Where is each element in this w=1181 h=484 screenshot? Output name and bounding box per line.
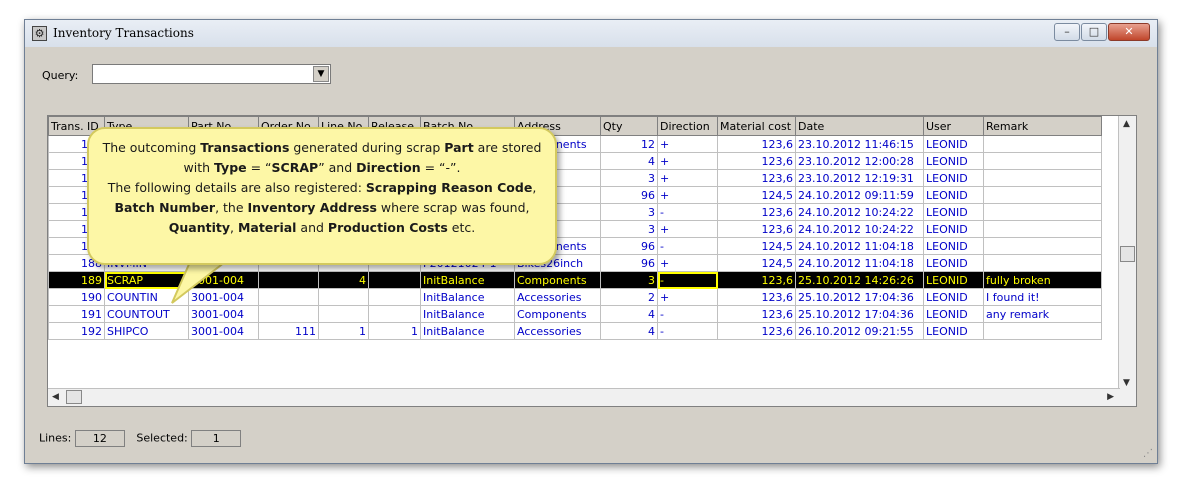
explanation-callout: The outcoming Transactions generated dur… [87, 127, 557, 265]
